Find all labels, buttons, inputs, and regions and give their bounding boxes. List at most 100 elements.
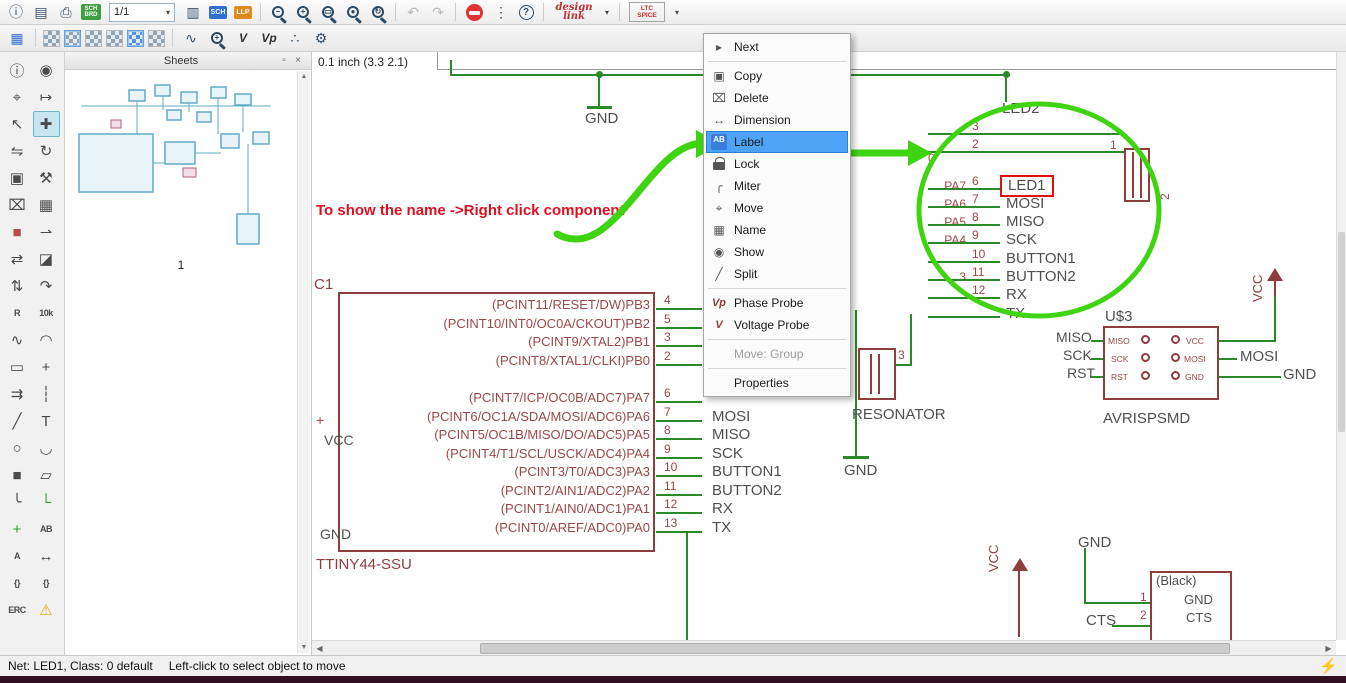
net-label[interactable]: LED1 xyxy=(1000,174,1054,197)
sheet-1-item[interactable]: 1 xyxy=(65,258,297,272)
net-label[interactable]: RST xyxy=(1067,365,1095,381)
pad[interactable] xyxy=(1171,335,1180,344)
pinswap-tool[interactable]: ⇀ xyxy=(33,219,60,245)
component-ref[interactable]: C1 xyxy=(314,276,333,293)
circle-tool[interactable]: ○ xyxy=(4,435,31,461)
wire[interactable] xyxy=(1005,75,1007,102)
pin-wire[interactable] xyxy=(928,133,1124,135)
junction-tool[interactable]: + xyxy=(4,516,31,542)
stop-icon[interactable] xyxy=(466,3,483,21)
wire[interactable] xyxy=(598,75,600,106)
net-label[interactable]: BUTTON1 xyxy=(1006,250,1076,267)
pad[interactable] xyxy=(1141,335,1150,344)
net-label[interactable]: BUTTON2 xyxy=(1006,268,1076,285)
columns-icon[interactable]: ▥ xyxy=(182,2,204,22)
wire[interactable] xyxy=(855,310,857,456)
menu-item-name[interactable]: ▦ Name xyxy=(706,219,848,241)
pad[interactable] xyxy=(1141,371,1150,380)
zoom-out-icon[interactable]: − xyxy=(267,2,289,22)
net-label[interactable]: MOSI xyxy=(1240,348,1278,365)
pin-wire[interactable] xyxy=(928,151,1124,154)
wire[interactable] xyxy=(450,60,452,74)
replace-tool[interactable]: R xyxy=(4,300,31,326)
menu-item-label[interactable]: AB Label xyxy=(706,131,848,153)
pin-wire[interactable] xyxy=(656,308,702,310)
component-value[interactable]: RESONATOR xyxy=(852,406,946,423)
voltage-probe-icon[interactable]: V xyxy=(232,28,254,48)
grid-icon[interactable]: ▦ xyxy=(6,28,28,48)
wire[interactable] xyxy=(1219,376,1281,378)
zoom-window-icon[interactable]: ▭ xyxy=(317,2,339,22)
overflow-icon[interactable]: ⋮ xyxy=(490,2,512,22)
pin-wire[interactable] xyxy=(928,315,1000,318)
line-tool[interactable]: ╱ xyxy=(4,408,31,434)
group-tool[interactable]: ▦ xyxy=(33,192,60,218)
menu-item-next[interactable]: ▸ Next xyxy=(706,36,848,58)
pin-wire[interactable] xyxy=(656,512,702,514)
net-label[interactable]: RX xyxy=(1006,286,1027,303)
wire[interactable] xyxy=(1091,340,1103,342)
zoom-full-icon[interactable]: ● xyxy=(342,2,364,22)
sch-brd-icon[interactable]: SCH BRD xyxy=(80,2,102,22)
pin-wire[interactable] xyxy=(928,224,1000,227)
pin-wire[interactable] xyxy=(928,260,1000,263)
wire[interactable] xyxy=(896,364,912,366)
component-ref[interactable]: U$3 xyxy=(1105,308,1133,325)
change-tool[interactable]: ⚒ xyxy=(33,165,60,191)
sheet-selector-dropdown[interactable]: 1/1 ▾ xyxy=(109,2,175,22)
scrollbar-thumb[interactable] xyxy=(1338,232,1345,432)
add-tool[interactable]: ■ xyxy=(4,219,31,245)
zoom-in-icon[interactable]: + xyxy=(292,2,314,22)
wire[interactable] xyxy=(910,314,912,366)
save-icon[interactable]: ▤ xyxy=(30,2,52,22)
component-value[interactable]: TTINY44-SSU xyxy=(316,556,412,573)
menu-item-dimension[interactable]: ↔ Dimension xyxy=(706,109,848,131)
scroll-left-icon[interactable]: ◀ xyxy=(312,641,327,655)
net-label[interactable]: SCK xyxy=(1063,347,1092,363)
scroll-up-icon[interactable]: ▲ xyxy=(301,73,308,80)
net-label[interactable]: GND xyxy=(1078,534,1111,551)
ltc-spice-dropdown[interactable]: ▾ xyxy=(671,2,683,22)
menu-item-move[interactable]: ⌖ Move xyxy=(706,197,848,219)
pin-wire[interactable] xyxy=(656,419,702,422)
paste-tool[interactable]: ↷ xyxy=(33,273,60,299)
net-label[interactable]: SCK xyxy=(1006,231,1037,248)
net-label[interactable]: LED2 xyxy=(1002,100,1040,117)
vcc-label[interactable]: VCC xyxy=(986,545,1001,572)
design-link-dropdown[interactable]: ▾ xyxy=(601,2,613,22)
net-label[interactable]: GND xyxy=(585,110,618,127)
phase-probe-icon[interactable]: Vp xyxy=(258,28,280,48)
wire[interactable] xyxy=(686,532,688,640)
net-label[interactable]: BUTTON1 xyxy=(712,463,782,480)
pin-wire[interactable] xyxy=(656,456,702,459)
info-tool[interactable]: ⓘ xyxy=(4,57,31,83)
layer-view-1-icon[interactable] xyxy=(43,29,60,47)
fillrect-tool[interactable]: ■ xyxy=(4,462,31,488)
rotate-tool[interactable]: ↻ xyxy=(33,138,60,164)
horizontal-scrollbar[interactable]: ◀ ▶ xyxy=(312,640,1336,655)
wire-tool[interactable]: ∿ xyxy=(4,327,31,353)
wire[interactable] xyxy=(1219,340,1276,342)
pin-wire[interactable] xyxy=(928,242,1000,245)
lock-tool[interactable]: ◪ xyxy=(33,246,60,272)
pad[interactable] xyxy=(1171,353,1180,362)
menu-item-miter[interactable]: ╭ Miter xyxy=(706,175,848,197)
text-tool[interactable]: T xyxy=(33,408,60,434)
arc2-tool[interactable]: ◡ xyxy=(33,435,60,461)
pin-wire[interactable] xyxy=(656,530,702,533)
value-tool[interactable]: 10k xyxy=(33,300,60,326)
menu-item-show[interactable]: ◉ Show xyxy=(706,241,848,263)
wire[interactable] xyxy=(1091,358,1103,360)
net-label[interactable]: BUTTON2 xyxy=(712,482,782,499)
net-label[interactable]: RX xyxy=(712,500,733,517)
pin-wire[interactable] xyxy=(656,493,702,496)
bend-tool[interactable]: ╰ xyxy=(4,489,31,515)
scrollbar-thumb[interactable] xyxy=(480,643,1230,654)
menu-item-lock[interactable]: Lock xyxy=(706,153,848,175)
dashline-tool[interactable]: ┆ xyxy=(33,381,60,407)
sheets-scrollbar[interactable]: ▲ ▼ xyxy=(297,71,310,653)
component-value[interactable]: AVRISPSMD xyxy=(1103,410,1190,427)
design-link-button[interactable]: design link xyxy=(550,2,598,22)
pin-wire[interactable] xyxy=(928,297,1000,300)
sheet-thumbnail[interactable] xyxy=(71,76,293,252)
